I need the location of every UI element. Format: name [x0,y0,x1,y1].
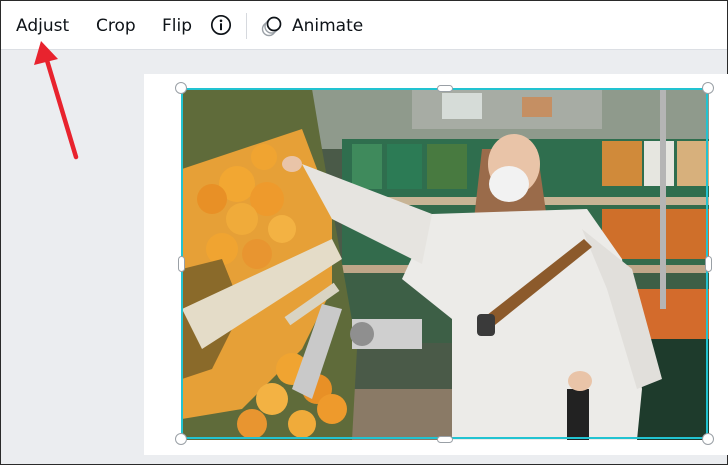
resize-handle-top-right[interactable] [702,82,714,94]
supermarket-photo [182,89,709,440]
selected-photo[interactable] [182,89,709,440]
resize-handle-left[interactable] [178,256,185,272]
info-icon[interactable] [210,14,232,36]
image-edit-toolbar: Adjust Crop Flip Animate [1,1,727,50]
resize-handle-bottom-left[interactable] [175,433,187,445]
resize-handle-top[interactable] [437,85,453,92]
resize-handle-bottom[interactable] [437,436,453,443]
resize-handle-bottom-right[interactable] [702,433,714,445]
crop-button[interactable]: Crop [96,15,136,37]
resize-handle-right[interactable] [705,256,712,272]
flip-button[interactable]: Flip [162,15,192,37]
toolbar-divider [246,13,247,39]
annotation-arrow [34,41,79,160]
adjust-button[interactable]: Adjust [16,15,69,37]
animate-icon[interactable] [260,14,284,38]
animate-button[interactable]: Animate [292,15,363,37]
resize-handle-top-left[interactable] [175,82,187,94]
